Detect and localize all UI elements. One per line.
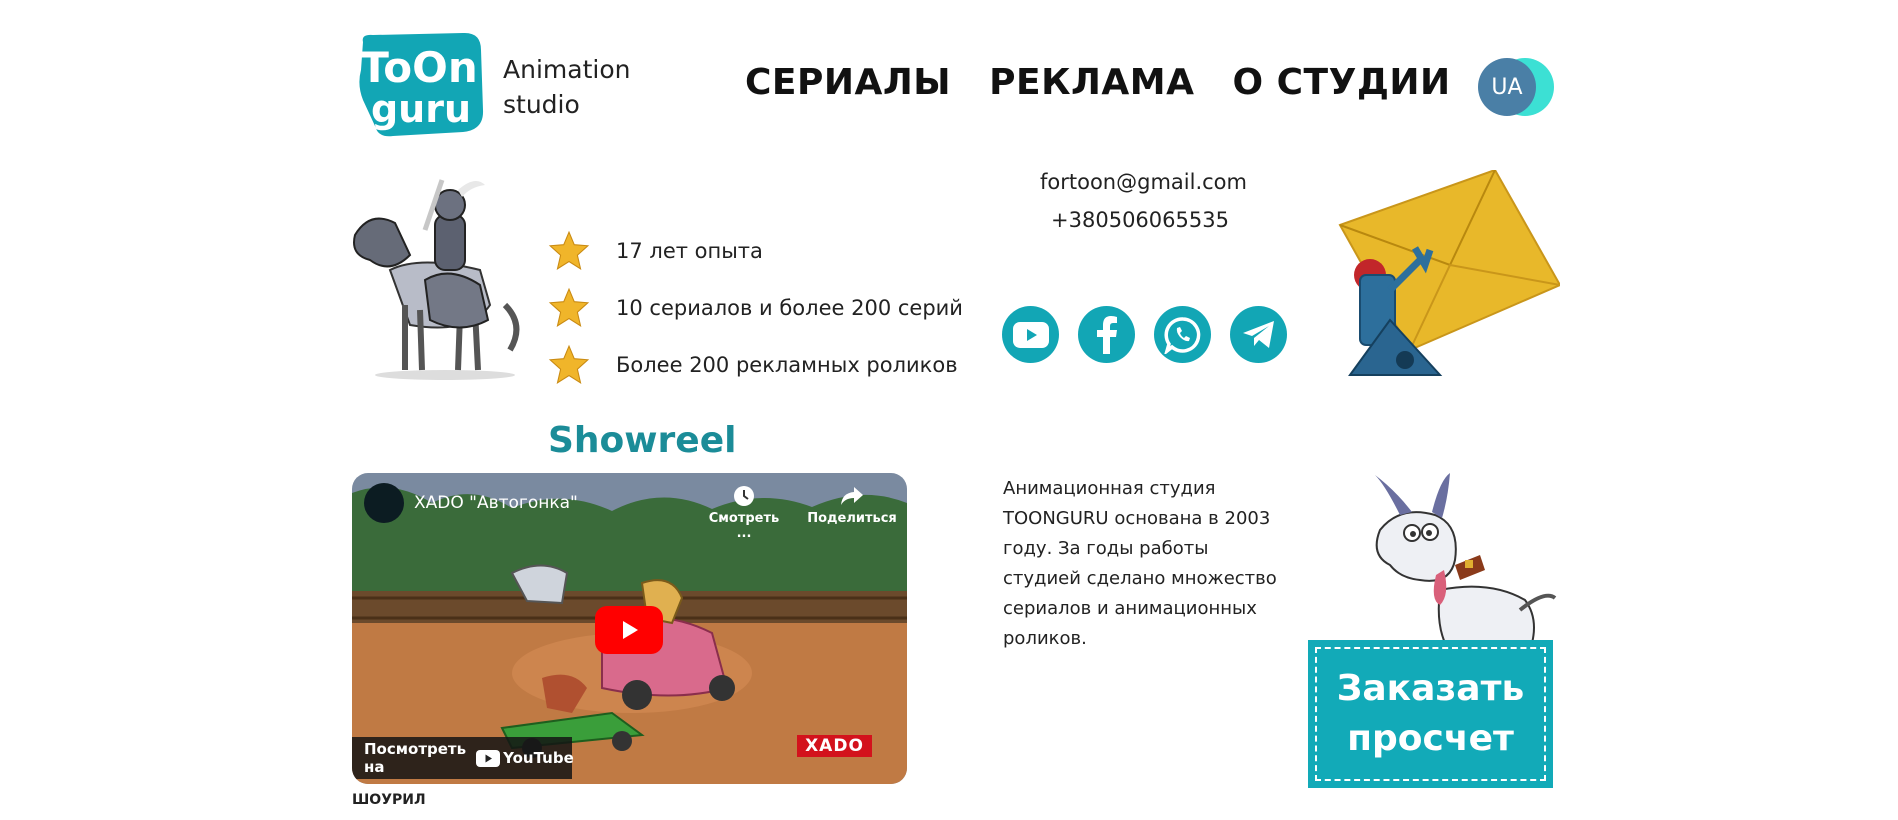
- feature-text: 10 сериалов и более 200 серий: [616, 295, 963, 320]
- star-icon: [548, 344, 590, 384]
- nav-series[interactable]: СЕРИАЛЫ: [745, 62, 951, 103]
- watch-on-youtube-button[interactable]: Посмотреть на YouTube: [352, 737, 574, 779]
- youtube-wordmark: YouTube: [503, 749, 574, 767]
- watch-on-label: Посмотреть на: [364, 740, 467, 776]
- share-button[interactable]: Поделиться: [807, 485, 897, 526]
- feature-text: Более 200 рекламных роликов: [616, 352, 958, 377]
- order-line2: просчет: [1347, 718, 1514, 759]
- feature-item: 17 лет опыта: [548, 222, 963, 279]
- facebook-icon[interactable]: [1078, 306, 1135, 363]
- feature-item: 10 сериалов и более 200 серий: [548, 279, 963, 336]
- share-label: Поделиться: [807, 511, 897, 526]
- contact-phone[interactable]: +380506065535: [1040, 208, 1240, 232]
- whatsapp-icon[interactable]: [1154, 306, 1211, 363]
- order-line1: Заказать: [1336, 668, 1525, 709]
- video-player[interactable]: XADO "Автогонка" Смотреть ... Поделиться…: [352, 473, 907, 784]
- toonguru-logo[interactable]: ToOn guru: [353, 30, 488, 140]
- showreel-title: Showreel: [548, 420, 737, 461]
- features-list: 17 лет опыта 10 сериалов и более 200 сер…: [548, 222, 963, 393]
- star-icon: [548, 230, 590, 270]
- play-icon: [623, 621, 638, 639]
- contact-email[interactable]: fortoon@gmail.com: [1040, 170, 1247, 194]
- knight-illustration: [350, 175, 530, 380]
- dog-illustration: [1340, 470, 1560, 660]
- order-estimate-button[interactable]: Заказать просчет: [1308, 640, 1553, 788]
- feature-text: 17 лет опыта: [616, 238, 763, 263]
- video-title[interactable]: XADO "Автогонка": [414, 493, 578, 513]
- language-switch[interactable]: UA: [1478, 56, 1558, 118]
- nav-about-studio[interactable]: О СТУДИИ: [1232, 62, 1450, 103]
- logo-top-text: ToOn: [360, 43, 478, 92]
- play-button[interactable]: [595, 606, 663, 654]
- order-estimate-label[interactable]: Заказать просчет: [1315, 647, 1546, 781]
- logo-subtitle-line2: studio: [503, 90, 580, 119]
- about-text: Анимационная студия TOONGURU основана в …: [1003, 478, 1277, 649]
- channel-avatar[interactable]: [364, 483, 404, 523]
- social-links: [1002, 306, 1287, 363]
- envelope-robot-illustration: [1330, 168, 1562, 380]
- main-nav: СЕРИАЛЫ РЕКЛАМА О СТУДИИ: [745, 62, 1451, 103]
- logo-bottom-text: guru: [371, 87, 471, 131]
- language-switch-label[interactable]: UA: [1478, 58, 1536, 116]
- logo-subtitle-line1: Animation: [503, 55, 631, 84]
- video-caption: ШОУРИЛ: [352, 792, 426, 808]
- share-icon: [841, 487, 863, 505]
- star-icon: [548, 287, 590, 327]
- feature-item: Более 200 рекламных роликов: [548, 336, 963, 393]
- logo-subtitle: Animation studio: [503, 52, 630, 122]
- youtube-icon[interactable]: [1002, 306, 1059, 363]
- telegram-icon[interactable]: [1230, 306, 1287, 363]
- youtube-logo: YouTube: [476, 749, 574, 767]
- watch-later-label: Смотреть ...: [708, 511, 780, 541]
- nav-advertising[interactable]: РЕКЛАМА: [989, 62, 1194, 103]
- xado-brand-logo: XADO: [797, 735, 872, 757]
- youtube-play-icon: [476, 749, 501, 767]
- watch-later-button[interactable]: Смотреть ...: [704, 485, 784, 541]
- clock-icon: [734, 486, 754, 506]
